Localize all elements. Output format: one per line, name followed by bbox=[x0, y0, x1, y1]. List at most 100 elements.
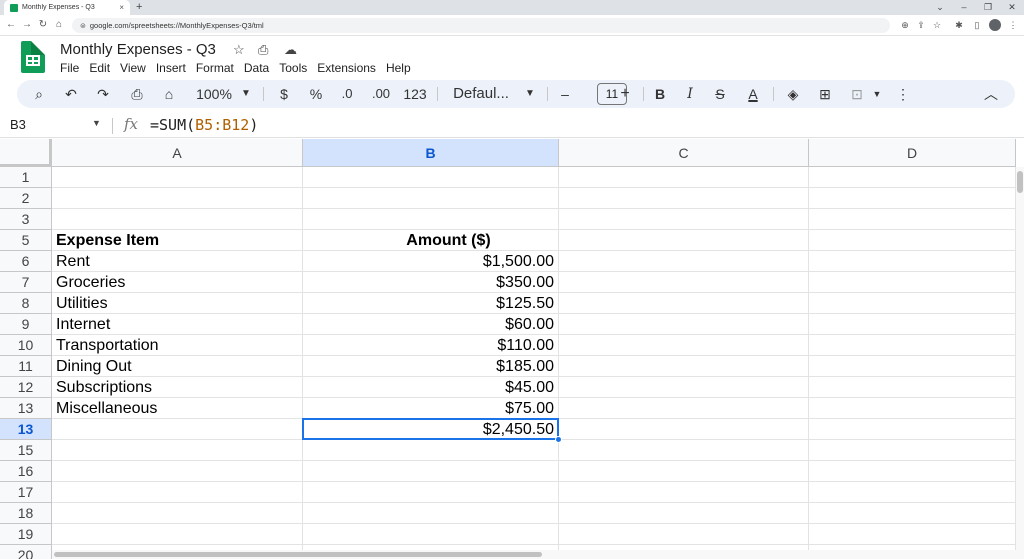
cell-a2[interactable] bbox=[52, 188, 303, 209]
cell-c19[interactable] bbox=[559, 524, 809, 545]
menu-view[interactable]: View bbox=[120, 61, 146, 75]
column-header-d[interactable]: D bbox=[809, 139, 1016, 167]
more-options-icon[interactable]: ⋮ bbox=[895, 80, 911, 108]
cell-d13[interactable] bbox=[809, 419, 1016, 440]
cell-b12[interactable]: $45.00 bbox=[303, 377, 559, 398]
cell-a13[interactable]: Miscellaneous bbox=[52, 398, 303, 419]
fill-handle[interactable] bbox=[555, 436, 562, 443]
menu-edit[interactable]: Edit bbox=[89, 61, 110, 75]
cell-b18[interactable] bbox=[303, 503, 559, 524]
cell-c11[interactable] bbox=[559, 356, 809, 377]
cell-b13[interactable]: $75.00 bbox=[303, 398, 559, 419]
cell-c15[interactable] bbox=[559, 440, 809, 461]
cell-c9[interactable] bbox=[559, 314, 809, 335]
profile-avatar[interactable] bbox=[989, 19, 1001, 31]
decrease-decimal-button[interactable]: .0 bbox=[335, 80, 359, 108]
menu-tools[interactable]: Tools bbox=[279, 61, 307, 75]
cell-b11[interactable]: $185.00 bbox=[303, 356, 559, 377]
cell-b3[interactable] bbox=[303, 209, 559, 230]
italic-button[interactable]: I bbox=[681, 80, 699, 108]
cell-b1[interactable] bbox=[303, 167, 559, 188]
column-header-a[interactable]: A bbox=[52, 139, 303, 167]
strikethrough-button[interactable]: S bbox=[711, 80, 729, 108]
vertical-scroll-thumb[interactable] bbox=[1017, 171, 1023, 193]
merge-cells-icon[interactable]: ⊡ bbox=[847, 80, 867, 108]
text-color-button[interactable]: A bbox=[743, 80, 763, 108]
cell-b8[interactable]: $125.50 bbox=[303, 293, 559, 314]
cell-c3[interactable] bbox=[559, 209, 809, 230]
side-panel-icon[interactable]: ▯ bbox=[970, 18, 984, 32]
row-header[interactable]: 19 bbox=[0, 524, 52, 545]
cell-a10[interactable]: Transportation bbox=[52, 335, 303, 356]
column-header-b[interactable]: B bbox=[303, 139, 559, 167]
cell-b2[interactable] bbox=[303, 188, 559, 209]
cell-c18[interactable] bbox=[559, 503, 809, 524]
menu-insert[interactable]: Insert bbox=[156, 61, 186, 75]
document-title[interactable]: Monthly Expenses - Q3 bbox=[60, 41, 216, 58]
extensions-icon[interactable]: ✱ bbox=[952, 18, 966, 32]
cell-d8[interactable] bbox=[809, 293, 1016, 314]
cell-a6[interactable]: Rent bbox=[52, 251, 303, 272]
fill-color-icon[interactable]: ◈ bbox=[783, 80, 803, 108]
row-header[interactable]: 6 bbox=[0, 251, 52, 272]
menu-file[interactable]: File bbox=[60, 61, 79, 75]
decrease-font-size-button[interactable]: – bbox=[557, 80, 573, 108]
address-bar[interactable]: ⊜ google.com/spreetsheets://MonthlyExpen… bbox=[72, 18, 890, 33]
cell-a12[interactable]: Subscriptions bbox=[52, 377, 303, 398]
cell-c13[interactable] bbox=[559, 419, 809, 440]
menu-format[interactable]: Format bbox=[196, 61, 234, 75]
cell-b19[interactable] bbox=[303, 524, 559, 545]
undo-icon[interactable]: ↶ bbox=[61, 80, 81, 108]
cell-a13[interactable] bbox=[52, 419, 303, 440]
cell-d6[interactable] bbox=[809, 251, 1016, 272]
horizontal-scrollbar[interactable] bbox=[52, 550, 1016, 559]
row-header[interactable]: 11 bbox=[0, 356, 52, 377]
paint-format-icon[interactable]: ⌂ bbox=[159, 80, 179, 108]
cell-b7[interactable]: $350.00 bbox=[303, 272, 559, 293]
menu-help[interactable]: Help bbox=[386, 61, 411, 75]
cell-c16[interactable] bbox=[559, 461, 809, 482]
share-icon[interactable]: ⇪ bbox=[914, 18, 928, 32]
cell-d10[interactable] bbox=[809, 335, 1016, 356]
sheets-logo-icon[interactable] bbox=[21, 41, 45, 73]
name-box-dropdown-icon[interactable]: ▼ bbox=[92, 118, 101, 128]
cell-c12[interactable] bbox=[559, 377, 809, 398]
cell-b10[interactable]: $110.00 bbox=[303, 335, 559, 356]
cell-b5[interactable]: Amount ($) bbox=[303, 230, 559, 251]
select-all-corner[interactable] bbox=[0, 139, 52, 167]
browser-menu-icon[interactable]: ⋮ bbox=[1006, 18, 1020, 32]
cell-a8[interactable]: Utilities bbox=[52, 293, 303, 314]
cell-c7[interactable] bbox=[559, 272, 809, 293]
font-family-select[interactable]: Defaul... bbox=[449, 80, 513, 108]
column-header-c[interactable]: C bbox=[559, 139, 809, 167]
row-header[interactable]: 10 bbox=[0, 335, 52, 356]
row-header[interactable]: 16 bbox=[0, 461, 52, 482]
row-header[interactable]: 8 bbox=[0, 293, 52, 314]
browser-tab[interactable]: Monthly Expenses - Q3 × bbox=[4, 0, 130, 15]
minimize-button[interactable]: – bbox=[956, 0, 972, 15]
cell-a16[interactable] bbox=[52, 461, 303, 482]
star-icon[interactable]: ☆ bbox=[233, 42, 245, 58]
cell-d19[interactable] bbox=[809, 524, 1016, 545]
vertical-scrollbar[interactable] bbox=[1016, 167, 1024, 559]
cell-a9[interactable]: Internet bbox=[52, 314, 303, 335]
bold-button[interactable]: B bbox=[651, 80, 669, 108]
row-header[interactable]: 17 bbox=[0, 482, 52, 503]
cell-b16[interactable] bbox=[303, 461, 559, 482]
row-header[interactable]: 2 bbox=[0, 188, 52, 209]
site-info-icon[interactable]: ⊜ bbox=[80, 22, 86, 30]
cell-c13[interactable] bbox=[559, 398, 809, 419]
row-header[interactable]: 12 bbox=[0, 377, 52, 398]
cell-a15[interactable] bbox=[52, 440, 303, 461]
cell-d9[interactable] bbox=[809, 314, 1016, 335]
horizontal-scroll-thumb[interactable] bbox=[54, 552, 542, 557]
menu-data[interactable]: Data bbox=[244, 61, 269, 75]
cell-d13[interactable] bbox=[809, 398, 1016, 419]
cell-d2[interactable] bbox=[809, 188, 1016, 209]
cell-d7[interactable] bbox=[809, 272, 1016, 293]
back-icon[interactable]: ← bbox=[4, 18, 18, 32]
merge-dropdown-icon[interactable]: ▼ bbox=[871, 80, 883, 108]
close-window-button[interactable]: ✕ bbox=[1004, 0, 1020, 15]
row-header[interactable]: 5 bbox=[0, 230, 52, 251]
increase-font-size-button[interactable]: + bbox=[617, 80, 633, 108]
